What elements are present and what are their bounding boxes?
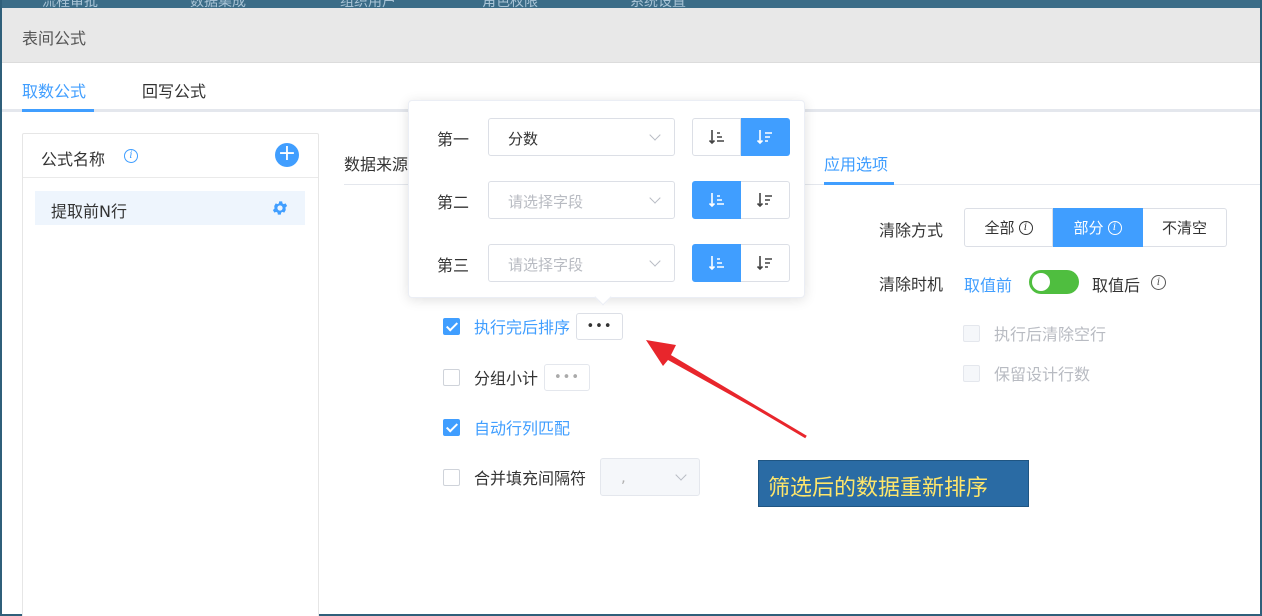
dialog-header: 表间公式	[2, 8, 1260, 63]
sort-level-label: 第二	[437, 193, 470, 212]
nav-item[interactable]: 组织用户	[340, 0, 396, 8]
sort-ascending-button[interactable]	[692, 181, 741, 219]
formula-item-label: 提取前N行	[51, 202, 127, 221]
sort-ascending-button[interactable]	[692, 244, 741, 282]
clear-partial-button[interactable]: 部分 i	[1053, 208, 1143, 247]
info-icon[interactable]: i	[124, 149, 138, 163]
sort-field-select[interactable]: 请选择字段	[488, 244, 675, 282]
nav-item[interactable]: 角色权限	[482, 0, 538, 8]
sort-descending-icon	[756, 256, 772, 271]
keep-design-rows-checkbox[interactable]	[963, 364, 980, 382]
clear-partial-label: 部分	[1073, 219, 1104, 237]
tab-apply-options[interactable]: 应用选项	[824, 151, 888, 175]
sort-direction-group	[692, 244, 790, 282]
formula-list-item[interactable]: 提取前N行	[35, 191, 305, 225]
auto-match-label[interactable]: 自动行列匹配	[474, 415, 570, 439]
clear-all-button[interactable]: 全部 i	[964, 208, 1053, 247]
sort-row-first: 第一 分数	[409, 117, 806, 157]
clear-method-segment: 全部 i 部分 i 不清空	[964, 208, 1227, 247]
info-icon: i	[1018, 220, 1033, 235]
no-clear-label: 不清空	[1161, 219, 1207, 237]
group-subtotal-checkbox[interactable]	[443, 368, 460, 386]
nav-item[interactable]: 数据集成	[190, 0, 246, 8]
chevron-down-icon	[649, 192, 661, 204]
tab-writeback-formula[interactable]: 回写公式	[142, 78, 206, 102]
chevron-down-icon	[649, 129, 661, 141]
clear-empty-rows-checkbox[interactable]	[963, 324, 980, 342]
info-icon[interactable]: i	[1151, 275, 1166, 290]
annotation-text: 筛选后的数据重新排序	[768, 476, 989, 501]
info-icon: i	[1107, 220, 1122, 235]
sort-field-placeholder: 请选择字段	[508, 193, 584, 211]
sort-descending-icon	[756, 130, 772, 145]
auto-match-option: 自动行列匹配	[443, 416, 570, 438]
sort-ascending-icon	[708, 130, 724, 145]
top-navigation: 流程审批 数据集成 组织用户 角色权限 系统设置	[2, 0, 1260, 8]
before-fetch-label[interactable]: 取值前	[964, 272, 1012, 296]
auto-match-checkbox[interactable]	[443, 418, 460, 436]
keep-design-rows-option: 保留设计行数	[963, 362, 1090, 384]
clear-timing-label: 清除时机	[879, 275, 944, 294]
sort-descending-icon	[756, 193, 772, 208]
dialog-title: 表间公式	[22, 29, 87, 48]
clear-empty-rows-label: 执行后清除空行	[994, 325, 1107, 344]
active-tab-indicator	[22, 109, 94, 112]
group-subtotal-option: 分组小计 •••	[443, 363, 591, 391]
sort-descending-button[interactable]	[741, 118, 790, 156]
nav-item[interactable]: 系统设置	[630, 0, 686, 8]
group-subtotal-label[interactable]: 分组小计	[474, 365, 538, 389]
sort-ascending-icon	[708, 256, 724, 271]
sort-field-value: 分数	[508, 130, 539, 148]
formula-name-label: 公式名称	[41, 150, 106, 169]
sort-descending-button[interactable]	[741, 181, 790, 219]
sort-settings-popover: 第一 分数 第二 请选择字段 第三 请选择字段	[408, 100, 805, 298]
after-fetch-label[interactable]: 取值后	[1092, 272, 1140, 296]
inner-active-tab-indicator	[824, 182, 894, 185]
sort-settings-button[interactable]: •••	[576, 312, 624, 340]
subtotal-settings-button[interactable]: •••	[544, 363, 591, 391]
sort-level-label: 第三	[437, 256, 470, 275]
merge-separator-option: 合并填充间隔符	[443, 466, 586, 488]
sort-descending-button[interactable]	[741, 244, 790, 282]
clear-all-label: 全部	[984, 219, 1015, 237]
tab-data-source[interactable]: 数据来源	[344, 151, 408, 175]
sort-direction-group	[692, 118, 790, 156]
sort-direction-group	[692, 181, 790, 219]
formula-list-header: 公式名称 i +	[23, 134, 318, 178]
sort-row-second: 第二 请选择字段	[409, 180, 806, 220]
sort-field-select[interactable]: 分数	[488, 118, 675, 156]
clear-empty-rows-option: 执行后清除空行	[963, 322, 1106, 344]
nav-item[interactable]: 流程审批	[42, 0, 98, 8]
sort-level-label: 第一	[437, 130, 470, 149]
chevron-down-icon	[675, 469, 687, 481]
merge-separator-checkbox[interactable]	[443, 468, 460, 486]
merge-separator-label[interactable]: 合并填充间隔符	[474, 465, 586, 489]
separator-select[interactable]: ,	[600, 458, 700, 496]
annotation-callout: 筛选后的数据重新排序	[758, 460, 1029, 507]
no-clear-button[interactable]: 不清空	[1143, 208, 1227, 247]
add-formula-button[interactable]: +	[275, 143, 299, 167]
sort-after-label[interactable]: 执行完后排序	[474, 314, 570, 338]
clear-method-label: 清除方式	[879, 221, 944, 240]
keep-design-rows-label: 保留设计行数	[994, 365, 1091, 384]
sort-after-checkbox[interactable]	[443, 317, 460, 335]
gear-icon[interactable]	[271, 199, 289, 217]
sort-field-placeholder: 请选择字段	[508, 256, 584, 274]
tab-fetch-formula[interactable]: 取数公式	[22, 78, 86, 102]
chevron-down-icon	[649, 255, 661, 267]
separator-value: ,	[621, 468, 626, 486]
clear-timing-toggle[interactable]	[1029, 270, 1079, 294]
sort-after-option: 执行完后排序 •••	[443, 312, 624, 340]
formula-list-panel: 公式名称 i + 提取前N行	[22, 133, 319, 616]
sort-row-third: 第三 请选择字段	[409, 243, 806, 283]
sort-ascending-button[interactable]	[692, 118, 741, 156]
sort-field-select[interactable]: 请选择字段	[488, 181, 675, 219]
sort-ascending-icon	[708, 193, 724, 208]
toggle-knob	[1032, 273, 1050, 291]
